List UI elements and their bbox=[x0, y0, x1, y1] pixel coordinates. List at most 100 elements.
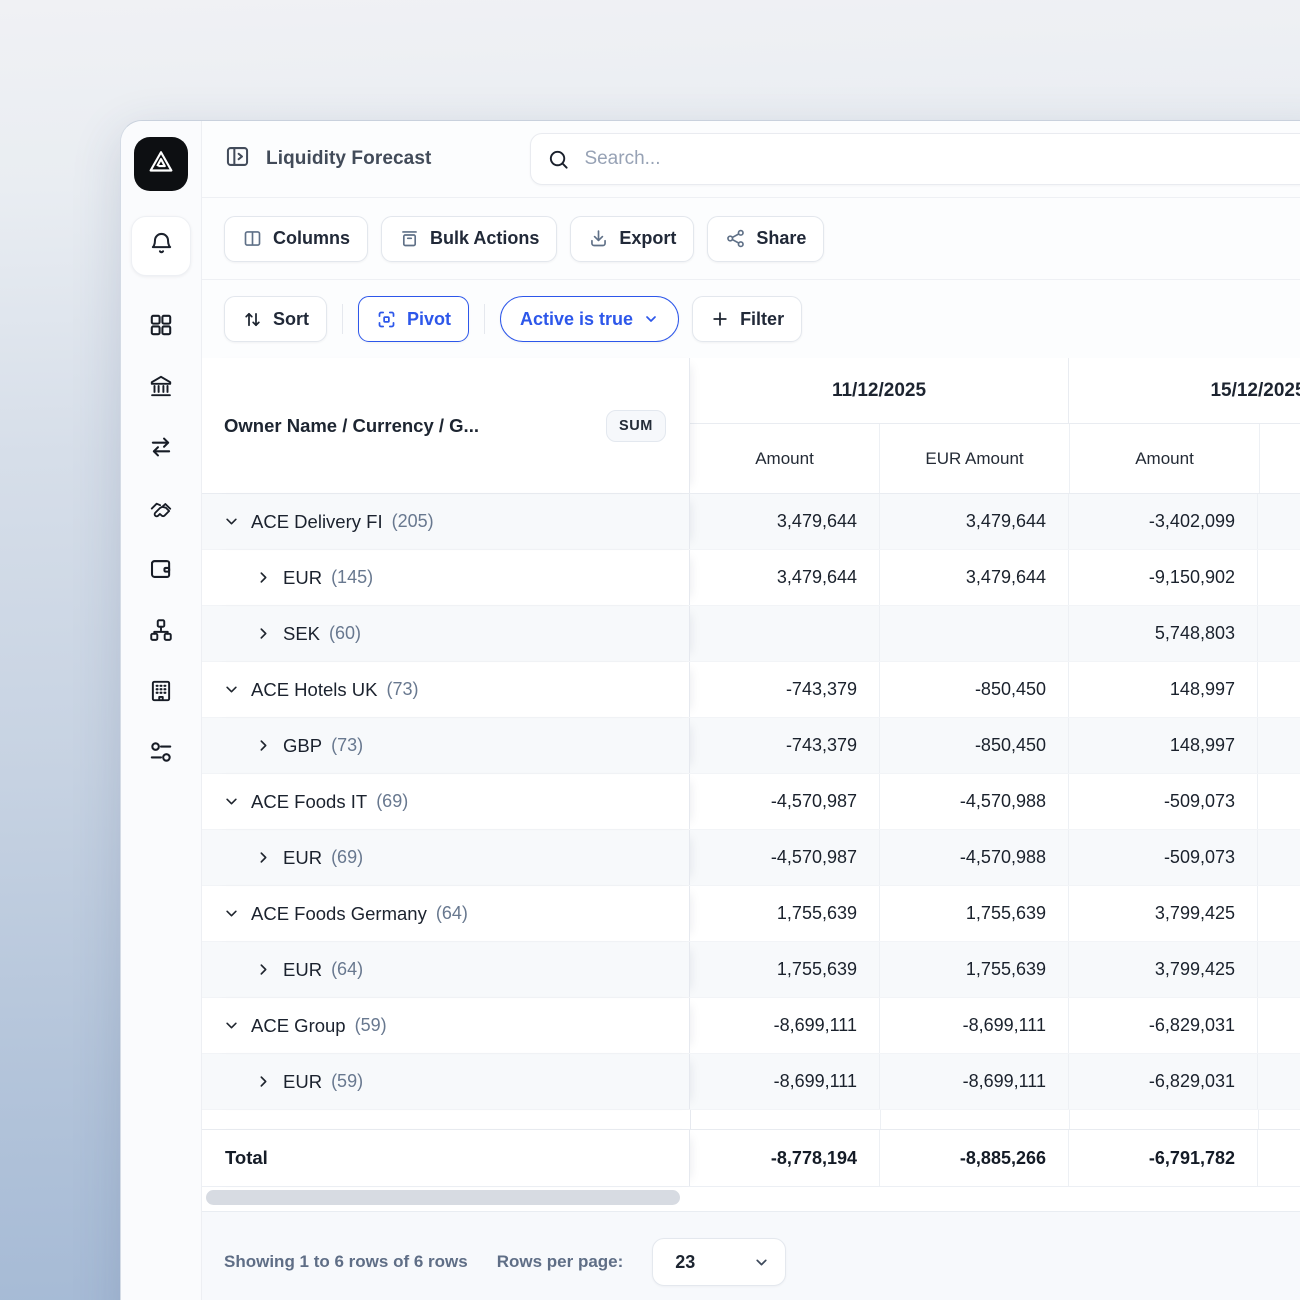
export-button[interactable]: Export bbox=[570, 216, 694, 262]
date-group-header[interactable]: 11/12/2025 bbox=[690, 358, 1068, 423]
search-input[interactable] bbox=[582, 147, 1300, 171]
sidebar-item-counterparties[interactable] bbox=[148, 495, 174, 521]
column-header[interactable]: EUR Amount bbox=[1259, 424, 1300, 493]
sidebar-item-settings[interactable] bbox=[148, 739, 174, 765]
chevron-down-icon[interactable] bbox=[224, 1018, 239, 1033]
table-row[interactable]: EUR (59) -8,699,111 -8,699,111 -6,829,03… bbox=[202, 1054, 1300, 1110]
sidebar-item-wallet[interactable] bbox=[148, 556, 174, 582]
row-name-cell[interactable]: ACE Group (59) bbox=[202, 998, 690, 1053]
bulk-actions-button[interactable]: Bulk Actions bbox=[381, 216, 557, 262]
table-row[interactable]: ACE Group (59) -8,699,111 -8,699,111 -6,… bbox=[202, 998, 1300, 1054]
sort-button[interactable]: Sort bbox=[224, 296, 327, 342]
row-label: EUR bbox=[283, 959, 322, 981]
total-label: Total bbox=[225, 1147, 268, 1169]
eur-amount-cell bbox=[1257, 550, 1300, 605]
eur-amount-cell bbox=[879, 606, 1068, 661]
chevron-down-icon[interactable] bbox=[224, 794, 239, 809]
eur-amount-cell: 3,479,644 bbox=[879, 494, 1068, 549]
row-label: ACE Group bbox=[251, 1015, 346, 1037]
total-value: -8,778,194 bbox=[690, 1130, 879, 1186]
chevron-right-icon[interactable] bbox=[256, 570, 271, 585]
amount-cell: 1,755,639 bbox=[690, 886, 879, 941]
aggregation-badge[interactable]: SUM bbox=[606, 410, 666, 442]
columns-button[interactable]: Columns bbox=[224, 216, 368, 262]
chevron-right-icon[interactable] bbox=[256, 626, 271, 641]
columns-icon bbox=[242, 228, 263, 249]
row-name-cell[interactable]: EUR (59) bbox=[202, 1054, 690, 1109]
row-name-cell[interactable]: EUR (145) bbox=[202, 550, 690, 605]
add-filter-button[interactable]: Filter bbox=[692, 296, 802, 342]
amount-cell: -743,379 bbox=[690, 662, 879, 717]
row-name-cell[interactable]: EUR (64) bbox=[202, 942, 690, 997]
sidebar-item-transfers[interactable] bbox=[148, 434, 174, 460]
eur-amount-cell: 1,755,639 bbox=[879, 886, 1068, 941]
plus-icon bbox=[710, 309, 730, 329]
sort-arrows-icon bbox=[242, 309, 263, 330]
chevron-down-icon bbox=[753, 1254, 770, 1271]
row-name-cell[interactable]: EUR (69) bbox=[202, 830, 690, 885]
search-bar[interactable] bbox=[530, 133, 1300, 185]
eur-amount-cell: -8,699,111 bbox=[879, 998, 1068, 1053]
chevron-down-icon[interactable] bbox=[224, 514, 239, 529]
table-row[interactable]: ACE Foods IT (69) -4,570,987 -4,570,988 … bbox=[202, 774, 1300, 830]
eur-amount-cell: 3,479,644 bbox=[879, 550, 1068, 605]
row-name-cell[interactable]: ACE Delivery FI (205) bbox=[202, 494, 690, 549]
bell-icon bbox=[148, 230, 175, 262]
group-column-header-cell[interactable]: Owner Name / Currency / G... SUM bbox=[202, 358, 690, 493]
column-header[interactable]: EUR Amount bbox=[879, 424, 1069, 493]
date-group-row: 11/12/2025 15/12/2025 bbox=[690, 358, 1300, 424]
app-window: Liquidity Forecast bbox=[120, 120, 1300, 1300]
active-filter-chip[interactable]: Active is true bbox=[500, 296, 679, 342]
row-label: ACE Foods IT bbox=[251, 791, 367, 813]
eur-amount-cell bbox=[1257, 718, 1300, 773]
sidebar-item-dashboard[interactable] bbox=[148, 312, 174, 338]
row-name-cell[interactable]: GBP (73) bbox=[202, 718, 690, 773]
table-row[interactable]: EUR (145) 3,479,644 3,479,644 -9,150,902 bbox=[202, 550, 1300, 606]
scrollbar-thumb[interactable] bbox=[206, 1190, 680, 1205]
search-icon bbox=[547, 148, 570, 171]
app-logo[interactable] bbox=[134, 137, 188, 191]
table-row[interactable]: EUR (64) 1,755,639 1,755,639 3,799,425 bbox=[202, 942, 1300, 998]
eur-amount-cell bbox=[1257, 998, 1300, 1053]
table-header: Owner Name / Currency / G... SUM 11/12/2… bbox=[202, 358, 1300, 494]
panel-toggle-icon[interactable] bbox=[224, 143, 251, 175]
clipped-row bbox=[202, 1110, 1300, 1129]
notifications-button[interactable] bbox=[131, 216, 191, 276]
row-name-cell[interactable]: SEK (60) bbox=[202, 606, 690, 661]
chevron-right-icon[interactable] bbox=[256, 850, 271, 865]
column-header[interactable]: Amount bbox=[1069, 424, 1259, 493]
eur-amount-cell bbox=[1257, 494, 1300, 549]
chevron-down-icon bbox=[643, 311, 659, 327]
archive-box-icon bbox=[399, 228, 420, 249]
table-row[interactable]: ACE Foods Germany (64) 1,755,639 1,755,6… bbox=[202, 886, 1300, 942]
amount-cell: 5,748,803 bbox=[1068, 606, 1257, 661]
eur-amount-cell bbox=[1257, 886, 1300, 941]
eur-amount-cell bbox=[1257, 662, 1300, 717]
table-row[interactable]: ACE Hotels UK (73) -743,379 -850,450 148… bbox=[202, 662, 1300, 718]
column-header[interactable]: Amount bbox=[690, 424, 879, 493]
rows-per-page-select[interactable]: 23 bbox=[652, 1238, 786, 1286]
row-name-cell[interactable]: ACE Foods IT (69) bbox=[202, 774, 690, 829]
row-name-cell[interactable]: ACE Foods Germany (64) bbox=[202, 886, 690, 941]
date-group-header[interactable]: 15/12/2025 bbox=[1068, 358, 1300, 423]
pivot-button[interactable]: Pivot bbox=[358, 296, 469, 342]
row-count: (64) bbox=[331, 959, 363, 980]
table-row[interactable]: ACE Delivery FI (205) 3,479,644 3,479,64… bbox=[202, 494, 1300, 550]
chevron-down-icon[interactable] bbox=[224, 682, 239, 697]
table-row[interactable]: EUR (69) -4,570,987 -4,570,988 -509,073 bbox=[202, 830, 1300, 886]
share-button[interactable]: Share bbox=[707, 216, 824, 262]
chevron-right-icon[interactable] bbox=[256, 962, 271, 977]
sidebar-item-bank[interactable] bbox=[148, 373, 174, 399]
chevron-down-icon[interactable] bbox=[224, 906, 239, 921]
amount-cell: 148,997 bbox=[1068, 718, 1257, 773]
table-row[interactable]: SEK (60) 5,748,803 bbox=[202, 606, 1300, 662]
row-name-cell[interactable]: ACE Hotels UK (73) bbox=[202, 662, 690, 717]
chevron-right-icon[interactable] bbox=[256, 738, 271, 753]
row-label: EUR bbox=[283, 567, 322, 589]
page-title: Liquidity Forecast bbox=[266, 148, 431, 170]
table-row[interactable]: GBP (73) -743,379 -850,450 148,997 bbox=[202, 718, 1300, 774]
sidebar-item-hierarchy[interactable] bbox=[148, 617, 174, 643]
filter-bar: Sort Pivot Active is true bbox=[202, 280, 1300, 358]
sidebar-item-company[interactable] bbox=[148, 678, 174, 704]
chevron-right-icon[interactable] bbox=[256, 1074, 271, 1089]
